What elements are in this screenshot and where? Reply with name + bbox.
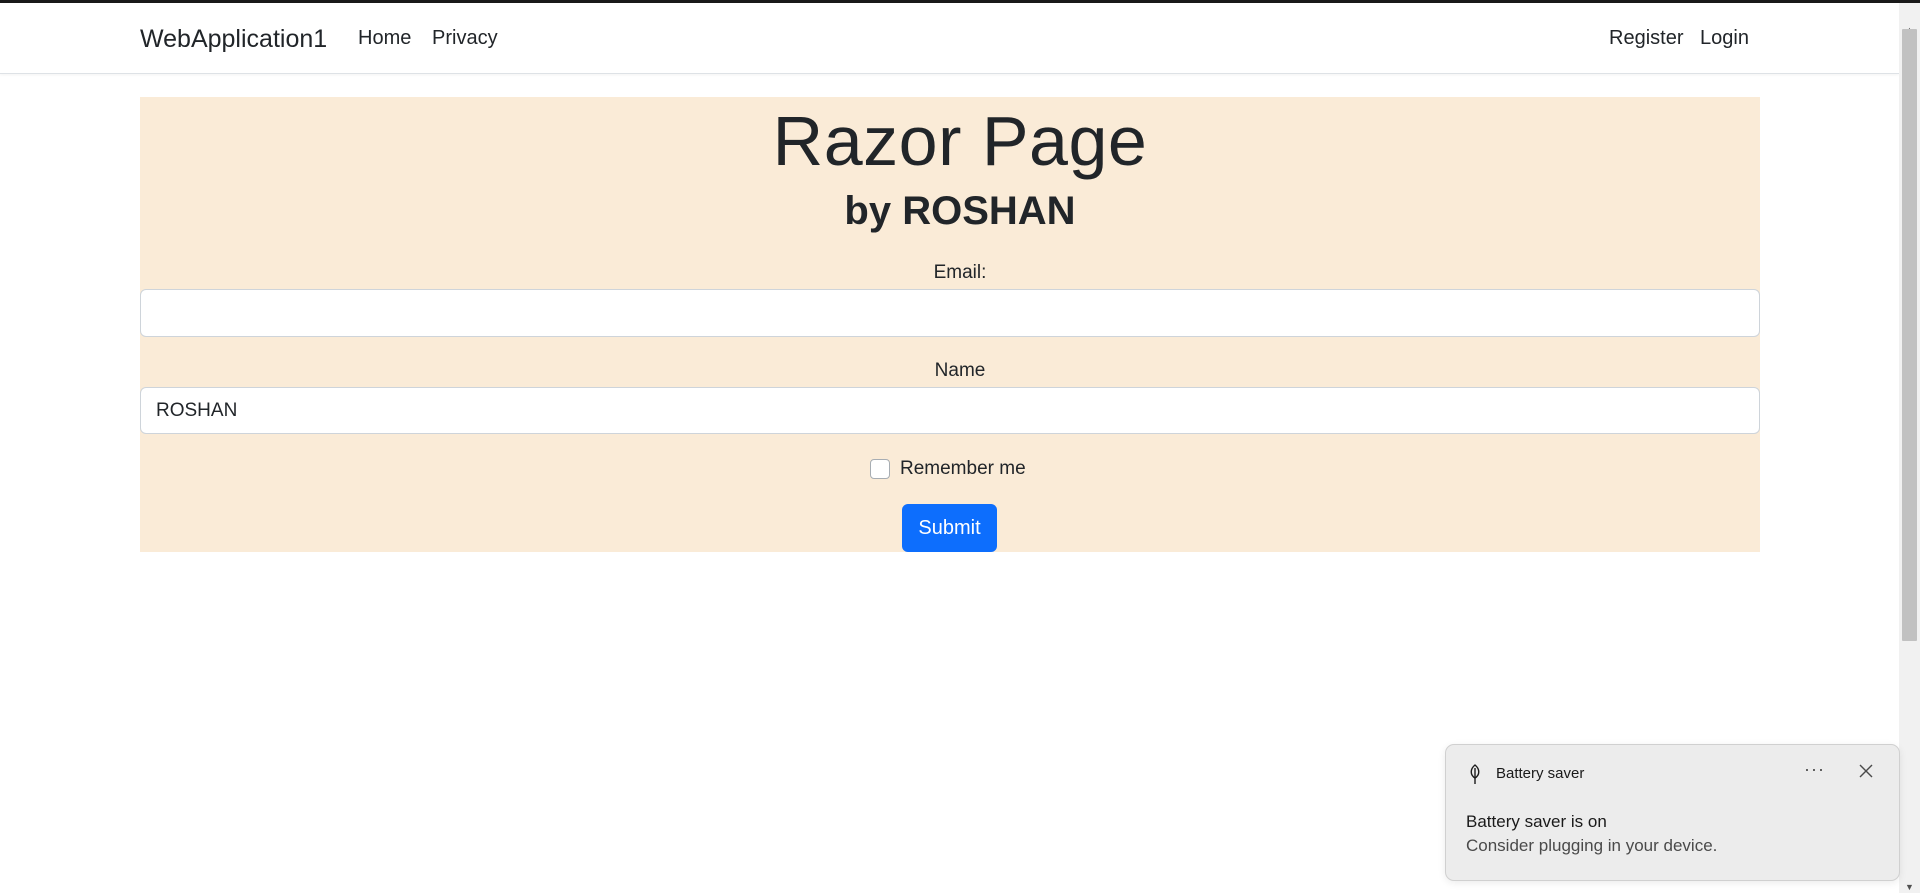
brand-link[interactable]: WebApplication1 [140,25,327,54]
page-subtitle: by ROSHAN [844,189,1076,233]
submit-button[interactable]: Submit [902,504,997,552]
email-field[interactable] [140,289,1760,337]
more-options-icon[interactable]: ··· [1804,759,1825,780]
nav-home-link[interactable]: Home [358,27,411,50]
nav-privacy-link[interactable]: Privacy [432,27,498,50]
close-icon[interactable] [1858,763,1874,779]
email-label: Email: [933,262,987,283]
page-title: Razor Page [772,102,1148,180]
notification-title: Battery saver is on [1466,812,1607,831]
name-field[interactable] [140,387,1760,434]
notification-app-name: Battery saver [1496,765,1585,782]
notification-body: Consider plugging in your device. [1466,836,1718,855]
nav-login-link[interactable]: Login [1700,27,1749,50]
remember-me-label[interactable]: Remember me [900,458,1026,480]
name-label: Name [934,360,986,381]
nav-register-link[interactable]: Register [1609,27,1683,50]
battery-saver-notification[interactable]: Battery saver ··· Battery saver is on Co… [1445,744,1900,881]
vertical-scrollbar[interactable]: ▲ ▼ [1899,3,1920,893]
scroll-thumb[interactable] [1902,29,1917,641]
navbar: WebApplication1 Home Privacy Register Lo… [0,3,1899,74]
remember-me-checkbox[interactable] [870,459,890,479]
browser-viewport: WebApplication1 Home Privacy Register Lo… [0,0,1920,893]
scroll-down-arrow-icon[interactable]: ▼ [1899,878,1920,893]
leaf-icon [1470,764,1480,784]
